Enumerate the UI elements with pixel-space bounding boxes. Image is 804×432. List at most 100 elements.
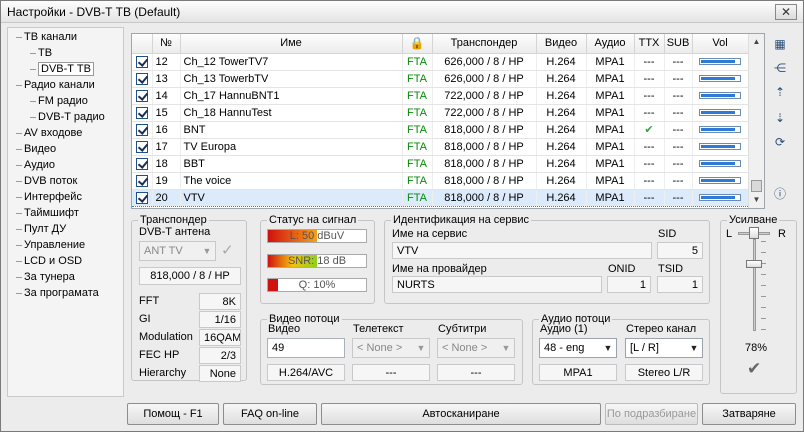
tree-item[interactable]: Таймшифт — [16, 206, 79, 221]
volume-bar[interactable] — [699, 92, 741, 100]
balance-slider-thumb[interactable] — [749, 227, 759, 239]
channel-number-cell: 17 — [152, 138, 181, 156]
column-header[interactable]: № — [152, 34, 181, 54]
channel-number-cell: 16 — [152, 121, 181, 139]
tree-item[interactable]: AV входове — [16, 126, 82, 141]
channel-checkbox[interactable] — [135, 174, 148, 187]
tree-item[interactable]: Аудио — [16, 158, 55, 173]
channel-checkbox[interactable] — [135, 140, 148, 153]
table-row[interactable]: 16 BNT FTA 818,000 / 8 / HP H.264 MPA1 ✔ --- — [132, 121, 749, 139]
access-type-value: FTA — [407, 140, 427, 153]
column-header[interactable] — [132, 34, 153, 54]
columns-settings-icon[interactable]: ⋲ — [771, 59, 789, 77]
tree-item[interactable]: За тунера — [16, 270, 75, 285]
table-row[interactable]: 12 Ch_12 TowerTV7 FTA 626,000 / 8 / HP H.264… — [132, 53, 749, 71]
column-header[interactable]: SUB — [664, 34, 693, 54]
volume-bar[interactable] — [699, 58, 741, 66]
move-down-icon[interactable]: ⇣ — [771, 109, 789, 127]
transponder-cell: 818,000 / 8 / HP — [432, 188, 537, 207]
volume-bar[interactable] — [699, 75, 741, 83]
column-header[interactable]: Транспондер — [432, 34, 537, 54]
column-list-icon[interactable]: ▦ — [771, 35, 789, 53]
channel-checkbox[interactable] — [135, 89, 148, 102]
audio-codec-value: MPA1 — [595, 140, 625, 153]
tree-item[interactable]: За програмата — [16, 286, 99, 301]
audio-track-select[interactable]: 48 - eng ▼ — [539, 338, 617, 358]
teletext-select[interactable]: < None > ▼ — [352, 338, 430, 358]
table-row[interactable]: 14 Ch_17 HannuBNT1 FTA 722,000 / 8 / HP H.26… — [132, 87, 749, 105]
channel-checkbox[interactable] — [135, 72, 148, 85]
tree-item[interactable]: FM радио — [30, 94, 88, 109]
lock-column-header[interactable]: 🔒 — [402, 34, 433, 54]
volume-bar[interactable] — [699, 109, 741, 117]
faq-online-button[interactable]: FAQ on-line — [223, 403, 317, 425]
table-row[interactable]: 19 The voice FTA 818,000 / 8 / HP H.264 MPA1 -… — [132, 172, 749, 190]
gain-apply-icon[interactable]: ✔ — [747, 359, 761, 379]
column-header[interactable]: Име — [180, 34, 403, 54]
tree-item[interactable]: ТВ канали — [16, 30, 77, 45]
antenna-settings-icon[interactable]: ✓ — [221, 241, 234, 259]
channel-checkbox[interactable] — [135, 55, 148, 68]
column-header[interactable]: Vol — [692, 34, 749, 54]
scroll-down-icon[interactable]: ▼ — [749, 192, 764, 207]
close-window-button[interactable]: ✕ — [775, 4, 797, 20]
scroll-up-icon[interactable]: ▲ — [749, 34, 764, 49]
stereo-channel-select[interactable]: [L / R] ▼ — [625, 338, 703, 358]
volume-cell — [692, 70, 749, 88]
close-button[interactable]: Затваряне — [702, 403, 796, 425]
transponder-value: 626,000 / 8 / HP — [444, 55, 524, 68]
tree-item[interactable]: DVB-T ТВ — [30, 62, 94, 77]
transponder-cell: 626,000 / 8 / HP — [432, 53, 537, 71]
autoscan-button[interactable]: Автосканиране — [321, 403, 601, 425]
transponder-cell: 626,000 / 8 / HP — [432, 70, 537, 88]
column-header[interactable]: TTX — [634, 34, 665, 54]
channel-number-value: 18 — [155, 157, 168, 170]
column-header[interactable]: Видео — [536, 34, 587, 54]
table-row[interactable]: 18 BBT FTA 818,000 / 8 / HP H.264 MPA1 --- --- — [132, 155, 749, 173]
volume-cell — [692, 87, 749, 105]
tree-item[interactable]: Видео — [16, 142, 56, 157]
video-codec-cell: H.264 — [536, 138, 587, 156]
tree-item[interactable]: Пулт ДУ — [16, 222, 66, 237]
checkbox-cell — [132, 70, 153, 88]
tree-item[interactable]: ТВ — [30, 46, 52, 61]
volume-bar[interactable] — [699, 177, 741, 185]
help-button[interactable]: Помощ - F1 — [127, 403, 219, 425]
gain-slider-thumb[interactable] — [746, 260, 762, 268]
move-up-icon[interactable]: ⇡ — [771, 83, 789, 101]
column-header[interactable]: Аудио — [586, 34, 635, 54]
tree-item[interactable]: Радио канали — [16, 78, 95, 93]
table-row[interactable]: 17 TV Europa FTA 818,000 / 8 / HP H.264 MPA1 -… — [132, 138, 749, 156]
defaults-button[interactable]: По подразбиране — [605, 403, 698, 425]
tree-item[interactable]: DVB-T радио — [30, 110, 105, 125]
tree-item[interactable]: DVB поток — [16, 174, 77, 189]
tree-connector — [16, 260, 22, 262]
channel-checkbox[interactable] — [135, 191, 148, 204]
volume-bar[interactable] — [699, 194, 741, 202]
hierarchy-value: None — [199, 365, 241, 382]
scroll-thumb[interactable] — [751, 180, 762, 192]
table-row[interactable]: 13 Ch_13 TowerbTV FTA 626,000 / 8 / HP H.264… — [132, 70, 749, 88]
video-pid-input[interactable]: 49 — [267, 338, 345, 358]
volume-bar[interactable] — [699, 143, 741, 151]
antenna-select[interactable]: ANT TV ▼ — [139, 241, 216, 261]
channel-checkbox[interactable] — [135, 157, 148, 170]
volume-bar[interactable] — [699, 126, 741, 134]
tree-item[interactable]: Интерфейс — [16, 190, 82, 205]
tree-item[interactable]: Управление — [16, 238, 85, 253]
video-codec-value: H.264 — [546, 72, 576, 85]
volume-bar[interactable] — [699, 160, 741, 168]
list-scrollbar[interactable]: ▲ ▼ — [748, 34, 764, 208]
provider-value: NURTS — [392, 276, 602, 293]
info-icon[interactable]: ⓘ — [771, 185, 789, 203]
ttx-cell: --- — [634, 70, 665, 88]
tree-item[interactable]: LCD и OSD — [16, 254, 82, 269]
channel-list[interactable]: № Име 🔒 Транспондер Видео Аудио TTX SUB Vol 12 Ch… — [131, 33, 765, 209]
table-row[interactable]: 15 Ch_18 HannuTest FTA 722,000 / 8 / HP H.26… — [132, 104, 749, 122]
table-row[interactable]: 20 VTV FTA 818,000 / 8 / HP H.264 MPA1 --- --- — [132, 188, 749, 207]
channel-checkbox[interactable] — [135, 106, 148, 119]
subtitles-select[interactable]: < None > ▼ — [437, 338, 515, 358]
channel-checkbox[interactable] — [135, 123, 148, 136]
refresh-icon[interactable]: ⟳ — [771, 133, 789, 151]
audio-codec-value: MPA1 — [595, 106, 625, 119]
